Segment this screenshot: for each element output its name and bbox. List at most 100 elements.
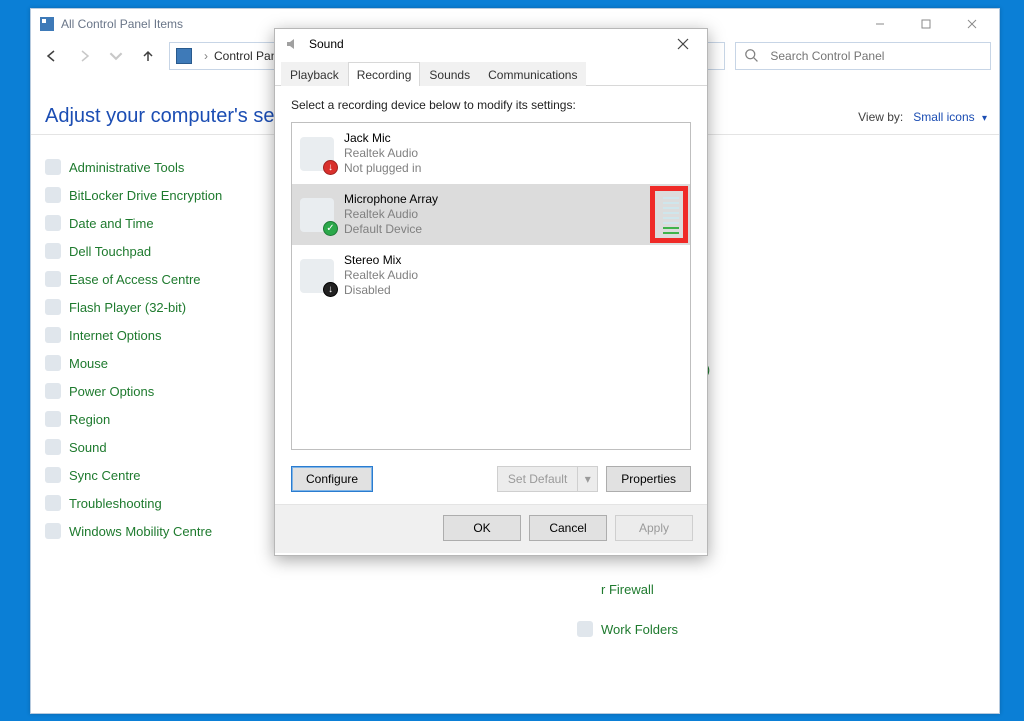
speaker-icon — [285, 36, 301, 52]
cp-item-icon — [45, 159, 61, 175]
view-by-value[interactable]: Small icons — [913, 110, 974, 124]
recording-instruction: Select a recording device below to modif… — [291, 98, 691, 112]
cp-item-label: Dell Touchpad — [69, 244, 151, 259]
search-icon — [744, 48, 758, 64]
cp-item-icon — [45, 383, 61, 399]
cp-item[interactable]: Mouse — [45, 355, 285, 371]
status-badge: ↓ — [323, 160, 338, 175]
device-icon: ✓ — [300, 198, 334, 232]
cp-item-label: Internet Options — [69, 328, 162, 343]
device-status: Not plugged in — [344, 161, 682, 176]
cp-item-icon — [45, 495, 61, 511]
close-icon[interactable] — [663, 30, 703, 58]
device-text: Jack MicRealtek AudioNot plugged in — [344, 131, 682, 176]
close-button[interactable] — [949, 10, 995, 38]
configure-button[interactable]: Configure — [291, 466, 373, 492]
ok-button[interactable]: OK — [443, 515, 521, 541]
tab-sounds[interactable]: Sounds — [420, 62, 479, 86]
cp-item[interactable]: Troubleshooting — [45, 495, 285, 511]
view-by-label: View by: — [858, 110, 903, 124]
cp-item[interactable]: Administrative Tools — [45, 159, 285, 175]
cp-item-label: Date and Time — [69, 216, 154, 231]
annotation-highlight — [650, 186, 688, 243]
sound-dialog: Sound PlaybackRecordingSoundsCommunicati… — [274, 28, 708, 556]
cp-item[interactable]: BitLocker Drive Encryption — [45, 187, 285, 203]
device-icon: ↓ — [300, 259, 334, 293]
cp-item-icon — [45, 271, 61, 287]
cp-item[interactable]: Internet Options — [45, 327, 285, 343]
cp-column-1: Administrative Tools BitLocker Drive Encr… — [45, 159, 285, 637]
cp-item[interactable]: Power Options — [45, 383, 285, 399]
cp-item-label: Windows Mobility Centre — [69, 524, 212, 539]
chevron-down-icon: ▾ — [578, 466, 598, 492]
breadcrumb-sep-icon: › — [204, 49, 208, 63]
cp-item[interactable]: Ease of Access Centre — [45, 271, 285, 287]
cp-item-icon — [577, 621, 593, 637]
cp-item-icon — [45, 523, 61, 539]
tab-strip: PlaybackRecordingSoundsCommunications — [275, 59, 707, 86]
set-default-label: Set Default — [497, 466, 578, 492]
cp-item-icon — [45, 299, 61, 315]
apply-button[interactable]: Apply — [615, 515, 693, 541]
device-icon: ↓ — [300, 137, 334, 171]
cp-item-icon — [45, 243, 61, 259]
cp-item-label: r Firewall — [601, 582, 654, 597]
device-row[interactable]: ↓ Stereo MixRealtek AudioDisabled — [292, 245, 690, 306]
tab-playback[interactable]: Playback — [281, 62, 348, 86]
device-row[interactable]: ✓ Microphone ArrayRealtek AudioDefault De… — [292, 184, 690, 245]
set-default-button: Set Default ▾ — [497, 466, 598, 492]
cp-item[interactable]: Sync Centre — [45, 467, 285, 483]
cp-item[interactable]: Date and Time — [45, 215, 285, 231]
cp-item-icon — [45, 215, 61, 231]
maximize-button[interactable] — [903, 10, 949, 38]
nav-recent-button[interactable] — [105, 45, 127, 67]
address-bar-icon — [176, 48, 192, 64]
device-status: Default Device — [344, 222, 650, 237]
search-box[interactable] — [735, 42, 991, 70]
device-maker: Realtek Audio — [344, 207, 650, 222]
device-name: Microphone Array — [344, 192, 650, 207]
cp-item-icon — [45, 467, 61, 483]
sound-titlebar: Sound — [275, 29, 707, 59]
device-row[interactable]: ↓ Jack MicRealtek AudioNot plugged in — [292, 123, 690, 184]
cp-item-label: Flash Player (32-bit) — [69, 300, 186, 315]
device-text: Stereo MixRealtek AudioDisabled — [344, 253, 682, 298]
chevron-down-icon[interactable]: ▾ — [982, 113, 987, 124]
cp-item[interactable]: Work Folders — [577, 621, 817, 637]
cp-item[interactable]: Sound — [45, 439, 285, 455]
tab-recording[interactable]: Recording — [348, 62, 421, 86]
cp-item-icon — [45, 327, 61, 343]
cp-item-label: Sound — [69, 440, 107, 455]
properties-button[interactable]: Properties — [606, 466, 691, 492]
cp-item-label: Power Options — [69, 384, 154, 399]
tab-communications[interactable]: Communications — [479, 62, 586, 86]
device-name: Jack Mic — [344, 131, 682, 146]
cp-item-icon — [45, 187, 61, 203]
cp-item[interactable]: r Firewall — [577, 581, 817, 597]
device-list[interactable]: ↓Jack MicRealtek AudioNot plugged in✓Mic… — [291, 122, 691, 450]
device-actions: Configure Set Default ▾ Properties — [291, 466, 691, 492]
cp-item-icon — [45, 439, 61, 455]
cp-item-icon — [45, 355, 61, 371]
cp-item[interactable]: Windows Mobility Centre — [45, 523, 285, 539]
device-status: Disabled — [344, 283, 682, 298]
nav-forward-button[interactable] — [73, 45, 95, 67]
search-input[interactable] — [768, 48, 982, 64]
nav-back-button[interactable] — [41, 45, 63, 67]
device-maker: Realtek Audio — [344, 268, 682, 283]
device-text: Microphone ArrayRealtek AudioDefault Dev… — [344, 192, 650, 237]
sound-tab-recording: Select a recording device below to modif… — [275, 86, 707, 504]
cp-item-label: Troubleshooting — [69, 496, 162, 511]
cp-item[interactable]: Flash Player (32-bit) — [45, 299, 285, 315]
view-by: View by: Small icons ▾ — [858, 110, 987, 124]
cp-item-label: Mouse — [69, 356, 108, 371]
cp-item-label: Region — [69, 412, 110, 427]
sound-title: Sound — [309, 37, 663, 51]
cancel-button[interactable]: Cancel — [529, 515, 607, 541]
cp-item-label: Work Folders — [601, 622, 678, 637]
nav-up-button[interactable] — [137, 45, 159, 67]
cp-item[interactable]: Region — [45, 411, 285, 427]
cp-item[interactable]: Dell Touchpad — [45, 243, 285, 259]
minimize-button[interactable] — [857, 10, 903, 38]
status-badge: ↓ — [323, 282, 338, 297]
